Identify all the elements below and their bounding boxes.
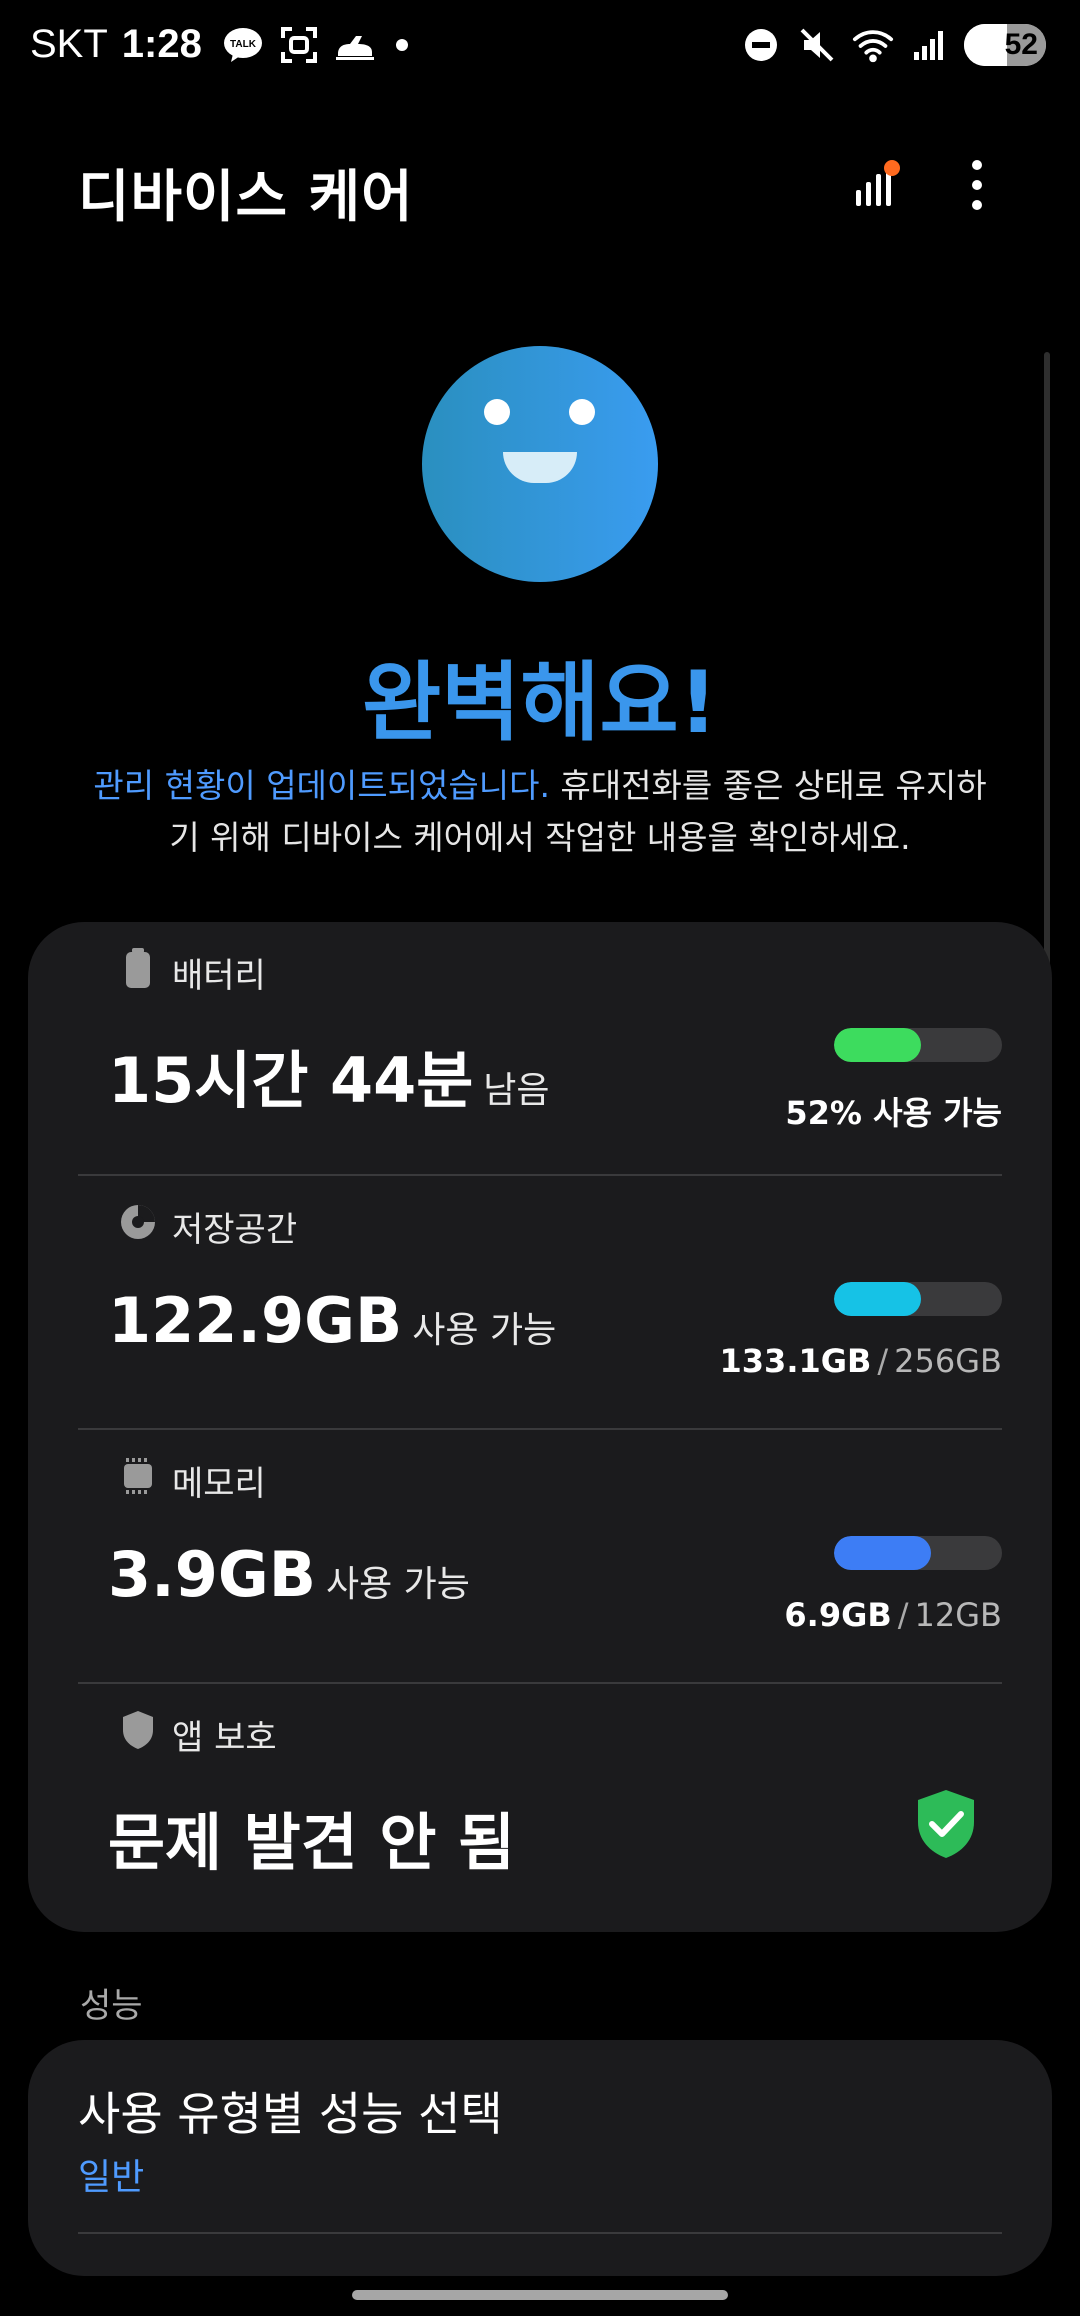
memory-used: 6.9GB	[784, 1596, 892, 1634]
storage-value-line: 122.9GB 사용 가능	[108, 1284, 556, 1357]
more-options-button[interactable]	[942, 150, 1012, 220]
storage-bar	[834, 1282, 1002, 1316]
shield-icon	[118, 1708, 158, 1752]
mute-icon	[796, 24, 838, 66]
section-header-performance: 성능	[80, 1986, 143, 2026]
signal-icon	[908, 24, 950, 66]
battery-label: 배터리	[172, 956, 266, 996]
device-care-screen: SKT 1:28 TALK 52 디바이스 케어 완벽해요! 관리 현황이 업데…	[0, 0, 1080, 2316]
wifi-icon	[852, 24, 894, 66]
memory-label: 메모리	[172, 1464, 266, 1504]
more-icon	[972, 160, 982, 210]
storage-unit: 사용 가능	[412, 1310, 557, 1351]
memory-icon	[118, 1454, 158, 1498]
memory-available: 3.9GB	[108, 1538, 316, 1611]
storage-total: 256GB	[894, 1342, 1002, 1380]
storage-available: 122.9GB	[108, 1284, 403, 1357]
talk-icon-text: TALK	[230, 39, 257, 50]
storage-separator: /	[877, 1342, 889, 1380]
app-protection-status: 문제 발견 안 됨	[108, 1806, 515, 1879]
update-notice[interactable]: 관리 현황이 업데이트되었습니다.	[93, 766, 550, 805]
battery-indicator: 52	[964, 24, 1046, 66]
home-indicator[interactable]	[352, 2290, 728, 2300]
memory-row[interactable]: 메모리 3.9GB 사용 가능 6.9GB/12GB	[78, 1430, 1002, 1684]
battery-bar-fill	[834, 1028, 922, 1062]
status-headline: 완벽해요!	[362, 653, 718, 753]
performance-mode-title: 사용 유형별 성능 선택	[78, 2087, 503, 2141]
status-card: 배터리 15시간 44분 남음 52% 사용 가능 저장공간 122.9GB 사…	[28, 922, 1052, 1932]
camera-scan-icon	[278, 24, 320, 66]
performance-card[interactable]: 사용 유형별 성능 선택 일반	[28, 2040, 1052, 2276]
battery-available: 52% 사용 가능	[785, 1094, 1002, 1132]
battery-unit: 남음	[483, 1070, 550, 1111]
status-bar: SKT 1:28 TALK 52	[0, 0, 1080, 96]
storage-icon	[118, 1200, 158, 1244]
page-title: 디바이스 케어	[78, 165, 414, 230]
stats-button[interactable]	[840, 150, 910, 220]
battery-meta: 52% 사용 가능	[785, 1088, 1002, 1134]
storage-bar-fill	[834, 1282, 922, 1316]
battery-value-line: 15시간 44분 남음	[108, 1030, 550, 1120]
shield-check-icon	[914, 1788, 978, 1860]
memory-meta: 6.9GB/12GB	[784, 1596, 1002, 1634]
dnd-icon	[740, 24, 782, 66]
storage-meta: 133.1GB/256GB	[720, 1342, 1002, 1380]
storage-row[interactable]: 저장공간 122.9GB 사용 가능 133.1GB/256GB	[78, 1176, 1002, 1430]
storage-used: 133.1GB	[719, 1342, 872, 1380]
memory-bar	[834, 1536, 1002, 1570]
app-protection-label: 앱 보호	[172, 1718, 277, 1758]
carrier-label: SKT	[30, 22, 108, 66]
battery-bar	[834, 1028, 1002, 1062]
storage-label: 저장공간	[172, 1210, 298, 1250]
app-protection-row[interactable]: 앱 보호 문제 발견 안 됨	[78, 1684, 1002, 1938]
memory-separator: /	[897, 1596, 909, 1634]
battery-time-remaining: 15시간 44분	[108, 1044, 474, 1117]
performance-mode-value: 일반	[78, 2157, 145, 2198]
battery-icon	[118, 946, 158, 990]
memory-value-line: 3.9GB 사용 가능	[108, 1538, 470, 1611]
smiley-face-icon	[422, 346, 658, 582]
divider	[78, 2232, 1002, 2234]
memory-unit: 사용 가능	[325, 1564, 470, 1605]
battery-row[interactable]: 배터리 15시간 44분 남음 52% 사용 가능	[78, 922, 1002, 1176]
clock: 1:28	[121, 22, 202, 66]
notification-dot	[884, 160, 900, 176]
talk-icon: TALK	[222, 24, 264, 66]
status-description: 관리 현황이 업데이트되었습니다. 휴대전화를 좋은 상태로 유지하기 위해 디…	[80, 760, 1000, 864]
car-icon	[334, 24, 376, 66]
more-notifications-dot	[395, 38, 408, 51]
battery-level: 52	[1004, 28, 1038, 61]
memory-bar-fill	[834, 1536, 931, 1570]
memory-total: 12GB	[914, 1596, 1002, 1634]
